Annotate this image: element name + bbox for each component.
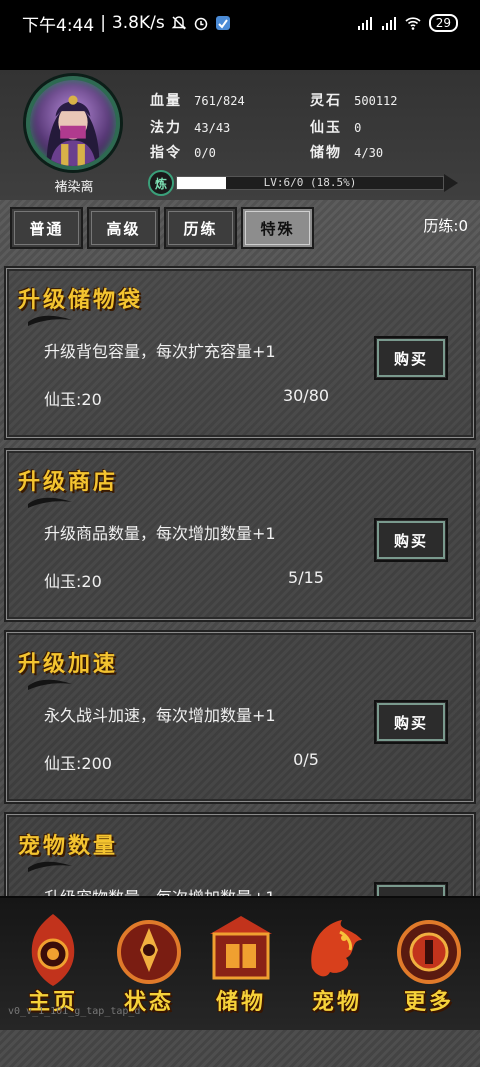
card-description: 升级背包容量，每次扩充容量+1 bbox=[44, 342, 276, 361]
spirit-stone-stat: 灵石 500112 bbox=[310, 90, 398, 110]
tab-advanced[interactable]: 高级 bbox=[87, 207, 160, 249]
experience-text: LV:6/0 (18.5%) bbox=[263, 176, 357, 189]
card-count: 30/80 bbox=[282, 386, 330, 405]
nav-label: 宠物 bbox=[311, 989, 362, 1015]
nav-more[interactable]: 更多 bbox=[384, 906, 474, 1024]
command-stat: 指令 0/0 bbox=[150, 142, 216, 162]
app-notification-icon bbox=[215, 16, 230, 30]
storage-value: 4/30 bbox=[354, 146, 384, 160]
brush-stroke-icon bbox=[28, 497, 72, 508]
tab-special[interactable]: 特殊 bbox=[241, 207, 314, 249]
shop-card-speed: 升级加速 永久战斗加速，每次增加数量+1 仙玉:200 0/5 购买 bbox=[4, 630, 476, 804]
brush-stroke-icon bbox=[28, 315, 72, 326]
signal-icon bbox=[357, 17, 372, 30]
tab-experience[interactable]: 历练 bbox=[164, 207, 237, 249]
nav-label: 更多 bbox=[403, 989, 454, 1015]
card-count: 5/15 bbox=[288, 568, 324, 587]
wifi-icon bbox=[405, 17, 421, 30]
character-name: 褚染离 bbox=[54, 180, 94, 195]
system-status-bar: 下午4:44 | 3.8K/s 29 bbox=[0, 0, 480, 46]
buy-button[interactable]: 购买 bbox=[374, 518, 448, 562]
tab-normal[interactable]: 普通 bbox=[10, 207, 83, 249]
network-speed: 3.8K/s bbox=[111, 13, 165, 33]
hp-label: 血量 bbox=[150, 93, 182, 109]
alarm-icon bbox=[194, 17, 207, 31]
mute-icon bbox=[171, 16, 187, 30]
storage-stat: 储物 4/30 bbox=[310, 142, 383, 162]
command-value: 0/0 bbox=[194, 146, 216, 160]
card-title: 升级商店 bbox=[18, 469, 119, 495]
card-cost: 仙玉:200 bbox=[44, 754, 112, 773]
more-emblem-icon bbox=[397, 920, 461, 984]
shop-card-shop: 升级商店 升级商品数量，每次增加数量+1 仙玉:20 5/15 购买 bbox=[4, 448, 476, 622]
nav-storage[interactable]: 储物 bbox=[196, 906, 286, 1024]
character-portrait-icon bbox=[46, 95, 100, 166]
buy-button[interactable]: 购买 bbox=[374, 336, 448, 380]
card-count: 0/5 bbox=[293, 750, 319, 769]
status-emblem-icon bbox=[117, 920, 181, 984]
jade-value: 0 bbox=[354, 121, 362, 135]
nav-pet[interactable]: 宠物 bbox=[292, 906, 382, 1024]
card-description: 永久战斗加速，每次增加数量+1 bbox=[44, 706, 276, 725]
experience-bar: LV:6/0 (18.5%) 炼 bbox=[148, 170, 458, 196]
avatar[interactable] bbox=[26, 76, 120, 170]
command-label: 指令 bbox=[150, 145, 182, 161]
brush-stroke-icon bbox=[28, 679, 72, 690]
signal-icon bbox=[381, 17, 396, 30]
shop-card-storage: 升级储物袋 升级背包容量，每次扩充容量+1 仙玉:20 30/80 购买 bbox=[4, 266, 476, 440]
experience-counter: 历练:0 bbox=[423, 217, 468, 235]
hp-value: 761/824 bbox=[194, 94, 245, 108]
home-emblem-icon bbox=[31, 914, 75, 986]
debug-version-text: v0_v_1_101_g_tap_tap_d bbox=[8, 1006, 141, 1017]
mp-stat: 法力 43/43 bbox=[150, 117, 230, 137]
card-cost: 仙玉:20 bbox=[44, 572, 102, 591]
card-description: 升级商品数量，每次增加数量+1 bbox=[44, 524, 276, 543]
spirit-stone-label: 灵石 bbox=[310, 93, 342, 109]
storage-label: 储物 bbox=[310, 145, 342, 161]
spirit-stone-value: 500112 bbox=[354, 94, 398, 108]
card-cost: 仙玉:20 bbox=[44, 390, 102, 409]
hp-stat: 血量 761/824 bbox=[150, 90, 245, 110]
clock-time: 下午4:44 bbox=[22, 15, 95, 36]
card-title: 升级储物袋 bbox=[18, 287, 144, 313]
mp-value: 43/43 bbox=[194, 121, 231, 135]
battery-icon: 29 bbox=[428, 14, 458, 32]
pet-emblem-icon bbox=[311, 920, 362, 977]
storage-emblem-icon bbox=[210, 916, 272, 980]
card-title: 升级加速 bbox=[18, 651, 119, 677]
brush-stroke-icon bbox=[28, 861, 72, 872]
shop-tabs: 普通 高级 历练 特殊 bbox=[10, 207, 314, 249]
buy-button[interactable]: 购买 bbox=[374, 700, 448, 744]
character-header: 褚染离 血量 761/824 法力 43/43 指令 0/0 灵石 500112… bbox=[0, 70, 480, 200]
cultivation-badge[interactable]: 炼 bbox=[148, 170, 174, 196]
experience-track: LV:6/0 (18.5%) bbox=[176, 176, 444, 190]
mp-label: 法力 bbox=[150, 120, 182, 136]
game-screen: 褚染离 血量 761/824 法力 43/43 指令 0/0 灵石 500112… bbox=[0, 70, 480, 1067]
arrow-icon bbox=[444, 174, 458, 192]
jade-stat: 仙玉 0 bbox=[310, 117, 361, 137]
card-title: 宠物数量 bbox=[18, 833, 119, 859]
jade-label: 仙玉 bbox=[310, 120, 342, 136]
nav-label: 储物 bbox=[215, 989, 266, 1015]
